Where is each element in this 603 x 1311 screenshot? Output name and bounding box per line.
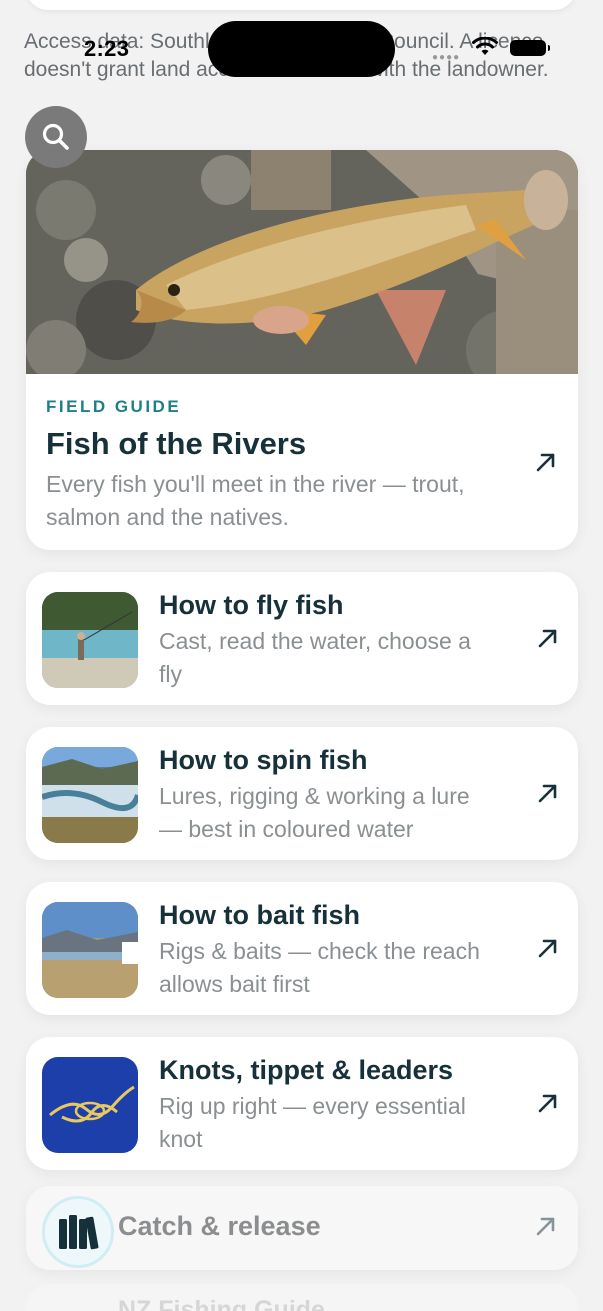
- hero-title: Fish of the Rivers: [46, 426, 307, 461]
- fly-fish-thumbnail: [42, 592, 138, 688]
- spin-fish-thumbnail: [42, 747, 138, 843]
- arrow-up-right-icon: [538, 629, 557, 648]
- knots-thumbnail: [42, 1057, 138, 1153]
- arrow-up-right-icon: [538, 1094, 557, 1113]
- arrow-up-right-icon: [538, 939, 557, 958]
- status-time: 2:23: [84, 36, 130, 61]
- guide-card-fly-fish[interactable]: How to fly fish Cast, read the water, ch…: [26, 572, 578, 705]
- guide-title: How to bait fish: [159, 900, 360, 930]
- bait-fish-thumbnail: [42, 902, 138, 998]
- wifi-icon: [472, 37, 498, 55]
- guide-title: How to spin fish: [159, 745, 368, 775]
- library-books-icon: [59, 1215, 99, 1250]
- guide-title: How to fly fish: [159, 590, 344, 620]
- guide-description: Rigs & baits — check the reach allows ba…: [159, 938, 480, 997]
- hero-description: Every fish you'll meet in the river — tr…: [46, 471, 465, 530]
- guide-description: Rig up right — every essential knot: [159, 1093, 466, 1152]
- footer-title: NZ Fishing Guide: [118, 1296, 325, 1311]
- release-title: Catch & release: [118, 1211, 321, 1241]
- hero-eyebrow: FIELD GUIDE: [46, 397, 182, 416]
- guide-card-knots[interactable]: Knots, tippet & leaders Rig up right — e…: [26, 1037, 578, 1170]
- footer-card: NZ Fishing Guide: [26, 1284, 578, 1311]
- arrow-up-right-icon: [536, 1217, 555, 1236]
- search-icon: [42, 123, 69, 150]
- arrow-up-right-icon: [536, 453, 555, 472]
- guide-card-bait-fish[interactable]: How to bait fish Rigs & baits — check th…: [26, 882, 578, 1015]
- previous-card-edge: [26, 0, 576, 10]
- dynamic-island: [208, 21, 395, 77]
- guide-description: Lures, rigging & working a lure — best i…: [159, 783, 470, 842]
- guide-card-spin-fish[interactable]: How to spin fish Lures, rigging & workin…: [26, 727, 578, 860]
- guide-title: Knots, tippet & leaders: [159, 1055, 454, 1085]
- signal-dots-icon: ●●●●: [432, 52, 461, 63]
- guide-description: Cast, read the water, choose a fly: [159, 628, 471, 687]
- search-button[interactable]: [25, 106, 87, 168]
- library-button[interactable]: [42, 1196, 114, 1268]
- arrow-up-right-icon: [538, 784, 557, 803]
- trout-photo: [26, 150, 578, 374]
- fish-of-the-rivers-card[interactable]: FIELD GUIDE Fish of the Rivers Every fis…: [26, 150, 578, 550]
- battery-icon: [510, 40, 550, 56]
